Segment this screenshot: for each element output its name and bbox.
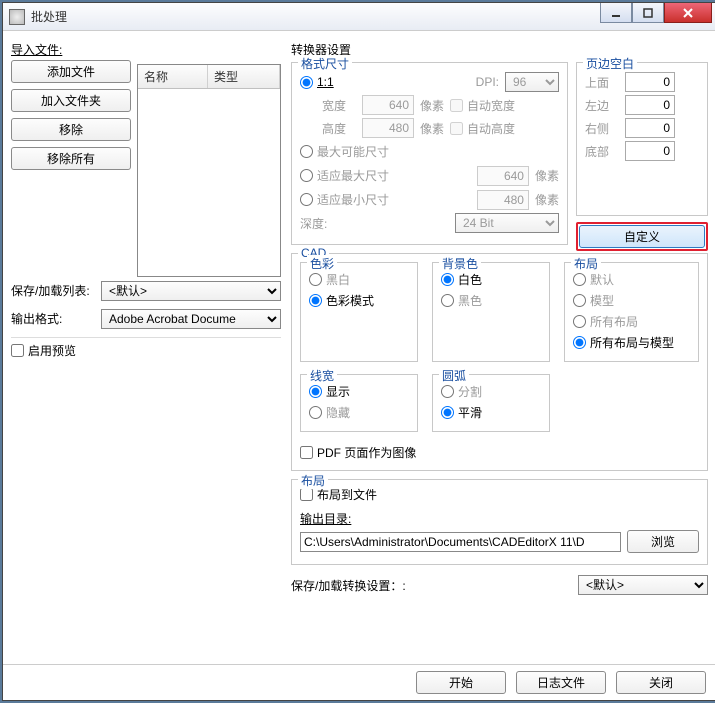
save-settings-select[interactable]: <默认> bbox=[578, 575, 708, 595]
output-format-select[interactable]: Adobe Acrobat Docume bbox=[101, 309, 281, 329]
fit-max-radio[interactable]: 适应最大尺寸 bbox=[300, 167, 389, 184]
window: 批处理 导入文件: 添加文件 加入文件夹 移除 移除所有 名称 bbox=[2, 2, 715, 701]
col-name[interactable]: 名称 bbox=[138, 65, 208, 88]
start-button[interactable]: 开始 bbox=[416, 671, 506, 694]
layout-all-radio[interactable]: 所有布局 bbox=[573, 313, 638, 330]
height-value[interactable]: 480 bbox=[362, 118, 414, 138]
converter-heading: 转换器设置 bbox=[291, 41, 708, 58]
save-list-label: 保存/加载列表: bbox=[11, 282, 95, 299]
custom-highlight: 自定义 bbox=[576, 222, 708, 251]
remove-all-button[interactable]: 移除所有 bbox=[11, 147, 131, 170]
fit-min-value[interactable]: 480 bbox=[477, 190, 529, 210]
close-button[interactable] bbox=[664, 3, 712, 23]
margins-group: 页边空白 上面 左边 右侧 底部 bbox=[576, 62, 708, 216]
add-file-button[interactable]: 添加文件 bbox=[11, 60, 131, 83]
titlebar[interactable]: 批处理 bbox=[3, 3, 715, 31]
layout-all-model-radio[interactable]: 所有布局与模型 bbox=[573, 334, 674, 351]
auto-height-checkbox[interactable]: 自动高度 bbox=[450, 120, 515, 137]
color-mode-radio[interactable]: 色彩模式 bbox=[309, 292, 374, 309]
remove-button[interactable]: 移除 bbox=[11, 118, 131, 141]
format-size-group: 格式尺寸 1:1 DPI: 96 宽度 640 像素 自动宽度 bbox=[291, 62, 568, 245]
margin-left-input[interactable] bbox=[625, 95, 675, 115]
app-icon bbox=[9, 9, 25, 25]
add-folder-button[interactable]: 加入文件夹 bbox=[11, 89, 131, 112]
pdf-as-image-checkbox[interactable]: PDF 页面作为图像 bbox=[300, 444, 416, 461]
margin-right-input[interactable] bbox=[625, 118, 675, 138]
lw-hide-radio[interactable]: 隐藏 bbox=[309, 404, 350, 421]
bg-black-radio[interactable]: 黑色 bbox=[441, 292, 482, 309]
cad-group: CAD 色彩 黑白 色彩模式 背景色 白色 黑色 布局 默认 bbox=[291, 253, 708, 471]
output-format-label: 输出格式: bbox=[11, 310, 95, 327]
depth-select[interactable]: 24 Bit bbox=[455, 213, 559, 233]
fit-max-value[interactable]: 640 bbox=[477, 166, 529, 186]
lw-show-radio[interactable]: 显示 bbox=[309, 383, 350, 400]
log-button[interactable]: 日志文件 bbox=[516, 671, 606, 694]
dpi-label: DPI: bbox=[476, 75, 499, 89]
fit-min-radio[interactable]: 适应最小尺寸 bbox=[300, 191, 389, 208]
col-type[interactable]: 类型 bbox=[208, 65, 280, 88]
auto-width-checkbox[interactable]: 自动宽度 bbox=[450, 97, 515, 114]
minimize-button[interactable] bbox=[600, 3, 632, 23]
margin-top-input[interactable] bbox=[625, 72, 675, 92]
dpi-select[interactable]: 96 bbox=[505, 72, 559, 92]
outdir-input[interactable] bbox=[300, 532, 621, 552]
save-list-select[interactable]: <默认> bbox=[101, 281, 281, 301]
ratio-1-1-radio[interactable]: 1:1 bbox=[300, 75, 334, 89]
window-title: 批处理 bbox=[31, 8, 600, 25]
color-bw-radio[interactable]: 黑白 bbox=[309, 271, 350, 288]
color-group: 色彩 黑白 色彩模式 bbox=[300, 262, 418, 362]
layout-group: 布局 布局到文件 输出目录: 浏览 bbox=[291, 479, 708, 565]
save-settings-label: 保存/加载转换设置：: bbox=[291, 577, 406, 594]
linewidth-group: 线宽 显示 隐藏 bbox=[300, 374, 418, 432]
arc-smooth-radio[interactable]: 平滑 bbox=[441, 404, 482, 421]
enable-preview-checkbox[interactable]: 启用预览 bbox=[11, 342, 281, 359]
bg-white-radio[interactable]: 白色 bbox=[441, 271, 482, 288]
browse-button[interactable]: 浏览 bbox=[627, 530, 699, 553]
maximize-button[interactable] bbox=[632, 3, 664, 23]
outdir-label: 输出目录: bbox=[300, 510, 699, 527]
cad-layout-group: 布局 默认 模型 所有布局 所有布局与模型 bbox=[564, 262, 699, 362]
arc-group: 圆弧 分割 平滑 bbox=[432, 374, 550, 432]
footer: 开始 日志文件 关闭 bbox=[3, 664, 715, 700]
width-label: 宽度 bbox=[322, 97, 356, 114]
arc-split-radio[interactable]: 分割 bbox=[441, 383, 482, 400]
margin-bottom-input[interactable] bbox=[625, 141, 675, 161]
max-possible-radio[interactable]: 最大可能尺寸 bbox=[300, 143, 389, 160]
bg-group: 背景色 白色 黑色 bbox=[432, 262, 550, 362]
layout-default-radio[interactable]: 默认 bbox=[573, 271, 614, 288]
import-files-label: 导入文件: bbox=[11, 41, 281, 58]
height-label: 高度 bbox=[322, 120, 356, 137]
depth-label: 深度: bbox=[300, 215, 327, 232]
width-value[interactable]: 640 bbox=[362, 95, 414, 115]
custom-button[interactable]: 自定义 bbox=[579, 225, 705, 248]
file-listview[interactable]: 名称 类型 bbox=[137, 64, 281, 277]
close-dialog-button[interactable]: 关闭 bbox=[616, 671, 706, 694]
layout-model-radio[interactable]: 模型 bbox=[573, 292, 614, 309]
